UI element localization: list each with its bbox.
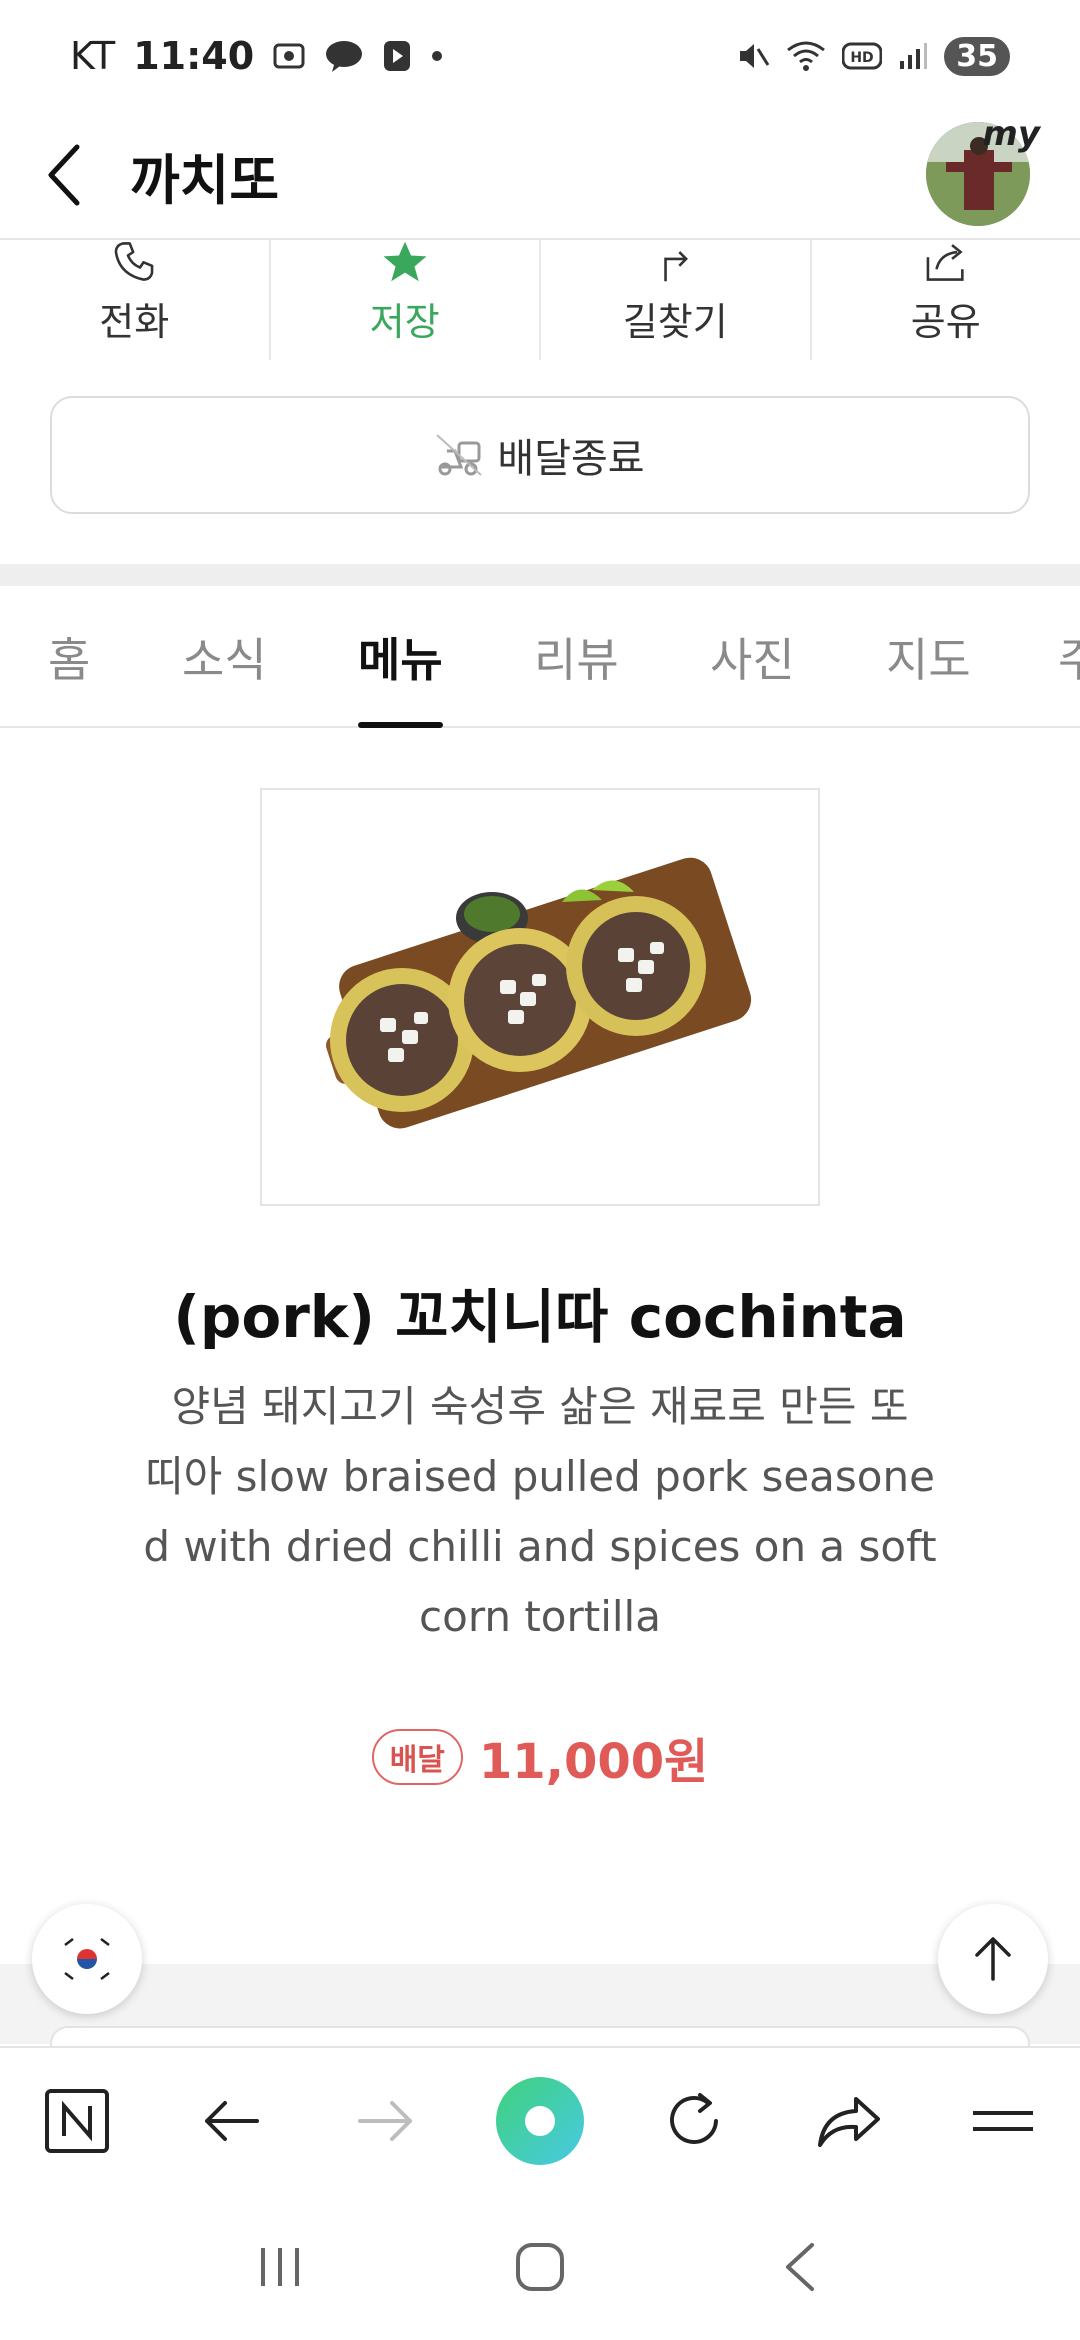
share-button[interactable]: 공유 [812,240,1080,360]
battery-indicator: 35 [944,36,1010,76]
hamburger-menu-icon [972,2111,1033,2131]
tab-more[interactable]: 주 [1058,586,1080,728]
tab-news[interactable]: 소식 [182,586,267,728]
page-title: 까치또 [130,148,280,212]
arrow-left-icon [205,2101,260,2141]
tab-photos[interactable]: 사진 [710,586,795,728]
chevron-left-icon [786,2243,814,2291]
back-button[interactable] [0,111,130,239]
price-row: 배달 11,000원 [0,1722,1080,1792]
share-label: 공유 [910,300,981,344]
section-divider [0,564,1080,586]
save-button[interactable]: 저장 [271,240,541,360]
recent-apps-button[interactable] [220,2217,340,2317]
menu-item-name: (pork) 꼬치니따 cochinta [173,1283,907,1351]
call-button[interactable]: 전화 [0,240,271,360]
menu-item-description: 양념 돼지고기 숙성후 삶은 재료로 만든 또 띠아 slow braised … [140,1372,940,1652]
menu-button[interactable] [948,2066,1058,2176]
call-label: 전화 [99,300,170,344]
phone-icon [114,242,154,281]
place-action-row: 전화 저장 길찾기 공유 [0,240,1080,360]
description-line: corn tortilla [419,1592,661,1641]
arrow-right-icon [357,2101,412,2141]
status-bar: KT 11:40 HD 35 [0,0,1080,112]
green-dot-button[interactable] [485,2066,595,2176]
signal-icon [898,41,928,71]
language-button[interactable] [32,1904,142,2014]
browser-forward-button[interactable] [331,2066,441,2176]
clock: 11:40 [133,34,255,78]
browser-back-button[interactable] [176,2066,286,2176]
delivery-closed-button[interactable]: 배달종료 [50,396,1030,514]
directions-button[interactable]: 길찾기 [541,240,812,360]
carrier-label: KT [70,34,116,78]
arrow-up-icon [975,1937,1011,1981]
menu-item-photo[interactable] [260,788,820,1206]
svg-text:HD: HD [851,50,874,66]
scroll-top-button[interactable] [938,1904,1048,2014]
tab-menu[interactable]: 메뉴 [358,586,443,728]
green-dot-icon [495,2077,584,2165]
directions-label: 길찾기 [622,300,728,344]
reload-button[interactable] [639,2066,749,2176]
mute-icon [736,39,770,73]
tab-reviews[interactable]: 리뷰 [534,586,619,728]
share-page-button[interactable] [794,2066,904,2176]
notification-dot-icon [430,49,444,63]
system-back-button[interactable] [740,2217,860,2317]
system-navigation-bar [0,2194,1080,2340]
description-line: 양념 돼지고기 숙성후 삶은 재료로 만든 또 [171,1382,909,1431]
share-icon [926,244,964,281]
delivery-badge: 배달 [371,1729,463,1785]
chevron-left-icon [48,144,80,206]
browser-toolbar [0,2046,1080,2194]
naver-home-button[interactable] [22,2066,132,2176]
app-header: 까치또 my [0,112,1080,240]
menu-item-price: 11,000원 [478,1734,709,1790]
hd-icon: HD [842,42,883,70]
home-button[interactable] [480,2217,600,2317]
description-line: 띠아 slow braised pulled pork seasone [145,1452,935,1501]
naver-n-icon [45,2089,110,2153]
forward-share-icon [817,2097,880,2147]
screenshot-icon [272,39,306,73]
place-tabs: 홈 소식 메뉴 리뷰 사진 지도 주 [0,586,1080,728]
directions-icon [664,251,689,282]
media-play-icon [382,39,412,73]
star-icon [383,241,427,282]
description-line: d with dried chilli and spices on a soft [143,1522,937,1571]
delivery-scooter-icon [436,434,483,476]
page: KT 11:40 HD 35 까치또 my 전화 저장 길찾기 공유 배달종료 … [0,0,1080,2340]
reload-icon [670,2093,719,2144]
save-label: 저장 [369,300,440,344]
korea-flag-icon [61,1933,113,1985]
tab-home[interactable]: 홈 [48,586,90,728]
home-icon [516,2243,564,2291]
avatar-my-label: my [982,114,1040,154]
recent-apps-icon [261,2248,299,2286]
tab-map[interactable]: 지도 [886,586,971,728]
delivery-closed-label: 배달종료 [497,436,645,482]
wifi-icon [786,40,826,72]
talk-icon [324,39,364,73]
